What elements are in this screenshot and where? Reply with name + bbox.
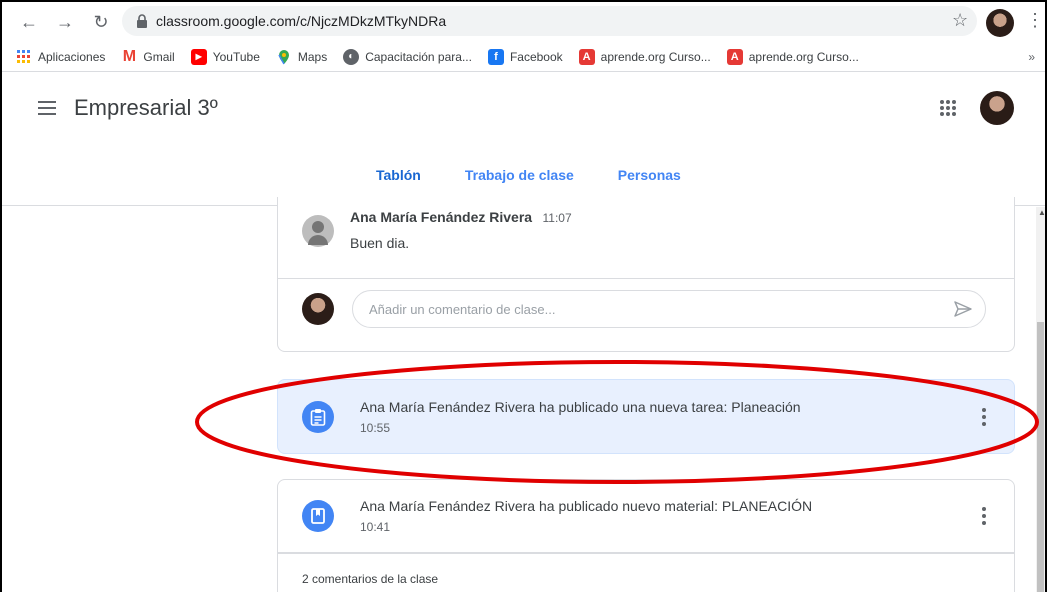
browser-window: ← → ↻ classroom.google.com/c/NjczMDkzMTk… [0,0,1047,592]
maps-icon [276,49,292,65]
post-options-icon[interactable] [982,507,986,525]
class-comment-input[interactable] [352,290,986,328]
bookmark-label: Aplicaciones [38,49,106,64]
bookmark-label: aprende.org Curso... [748,49,859,64]
bookmarks-overflow-button[interactable]: » [1028,50,1035,64]
scrollbar-thumb[interactable] [1037,322,1044,592]
post-time: 10:41 [360,520,391,534]
post-title[interactable]: Ana María Fenández Rivera ha publicado n… [360,498,812,514]
facebook-icon: f [487,48,504,65]
bookmarks-bar: Aplicaciones M Gmail ▶ YouTube Maps ◐ Ca… [2,42,1045,72]
bookmark-gmail[interactable]: M Gmail [121,47,175,65]
assignment-post[interactable]: Ana María Fenández Rivera ha publicado u… [277,379,1015,454]
comment-time: 11:07 [542,211,572,225]
youtube-icon: ▶ [190,48,207,65]
address-bar[interactable]: classroom.google.com/c/NjczMDkzMTkyNDRa [122,6,977,36]
aprende-icon: A [578,48,595,65]
lock-icon [136,14,148,28]
bookmark-maps[interactable]: Maps [276,49,327,65]
bookmark-facebook[interactable]: f Facebook [487,48,563,65]
address-url: classroom.google.com/c/NjczMDkzMTkyNDRa [156,13,447,29]
bookmark-aprende-2[interactable]: A aprende.org Curso... [726,48,859,65]
bookmark-aprende-1[interactable]: A aprende.org Curso... [578,48,711,65]
reload-icon[interactable]: ↻ [88,9,114,35]
post-title[interactable]: Ana María Fenández Rivera ha publicado u… [360,399,801,415]
browser-toolbar: ← → ↻ classroom.google.com/c/NjczMDkzMTk… [2,2,1045,42]
post-options-icon[interactable] [982,407,986,426]
browser-profile-avatar[interactable] [986,9,1014,37]
divider [278,278,1014,279]
comment-author: Ana María Fenández Rivera [350,209,533,225]
post-text: Ana María Fenández Rivera ha publicado n… [360,498,812,534]
bookmark-star-icon[interactable]: ☆ [952,10,968,31]
bookmark-label: Facebook [509,49,563,64]
announcement-comments-card: Ana María Fenández Rivera 11:07 Buen dia… [277,197,1015,352]
post-text: Ana María Fenández Rivera ha publicado u… [360,399,801,435]
user-avatar [302,293,334,325]
class-comment: Ana María Fenández Rivera 11:07 Buen dia… [302,209,572,251]
hamburger-menu-icon[interactable] [38,101,56,115]
class-stream: Ana María Fenández Rivera 11:07 Buen dia… [2,197,1045,592]
post-time: 10:55 [360,420,391,435]
bookmark-label: Maps [297,49,328,64]
class-comments-link[interactable]: 2 comentarios de la clase [277,553,1015,592]
default-avatar-icon [302,215,334,247]
assignment-icon [302,400,334,433]
material-icon [302,500,334,532]
forward-arrow-icon[interactable]: → [52,9,78,35]
bookmark-label: Gmail [143,49,175,64]
bookmark-youtube[interactable]: ▶ YouTube [190,48,260,65]
comment-text: Buen dia. [350,235,410,251]
google-apps-icon[interactable] [940,100,956,116]
bookmark-label: Capacitación para... [365,49,472,64]
gmail-icon: M [122,47,137,65]
bookmark-apps[interactable]: Aplicaciones [16,49,105,65]
account-avatar[interactable] [980,91,1014,125]
scroll-up-arrow-icon[interactable]: ▲ [1038,208,1045,217]
globe-icon: ◐ [343,48,360,65]
classroom-header: Empresarial 3º Tablón Trabajo de clase P… [2,73,1045,206]
bookmark-label: aprende.org Curso... [600,49,711,64]
material-post[interactable]: Ana María Fenández Rivera ha publicado n… [277,479,1015,553]
bookmark-capacitacion[interactable]: ◐ Capacitación para... [343,48,472,65]
add-comment-row [302,290,986,328]
send-icon[interactable] [954,301,972,317]
apps-grid-icon [16,49,32,65]
class-title[interactable]: Empresarial 3º [74,95,218,121]
back-arrow-icon[interactable]: ← [16,9,42,35]
browser-menu-icon[interactable]: ⋮ [1026,10,1044,31]
aprende-icon: A [726,48,743,65]
bookmark-label: YouTube [212,49,260,64]
